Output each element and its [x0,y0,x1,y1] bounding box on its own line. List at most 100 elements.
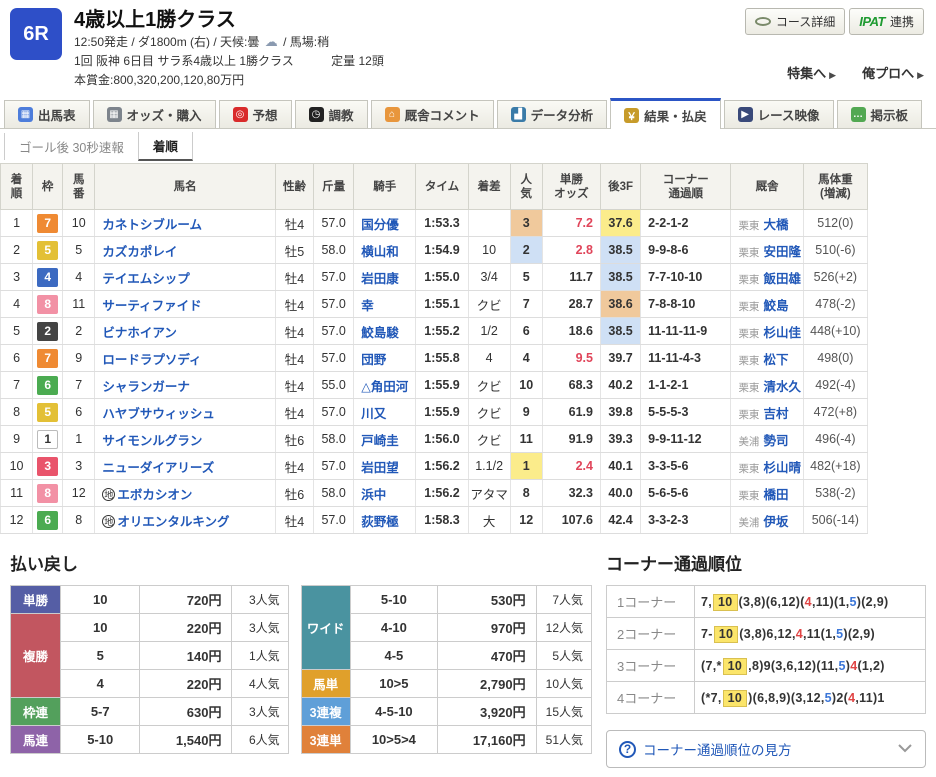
sex-age-cell: 牡4 [274,371,315,399]
regional-horse-mark: 地 [102,487,116,501]
time-cell: 1:55.9 [415,398,469,426]
time-cell: 1:55.9 [415,371,469,399]
waku-badge: 7 [37,348,59,368]
time-cell: 1:54.9 [415,236,469,264]
tab-label: 掲示板 [870,109,909,123]
margin-cell: 1/2 [467,317,511,345]
corner-order-cell: 9-9-11-12 [640,425,732,453]
trainer-link[interactable]: 松下 [763,353,788,367]
jockey-link[interactable]: 国分優 [361,218,399,232]
trainer-link[interactable]: 吉村 [763,407,788,421]
waku-badge: 3 [37,456,59,476]
trainer-link[interactable]: 伊坂 [763,515,788,529]
popularity-cell: 7 [509,290,543,318]
stable-region: 栗東 [738,246,760,259]
trainer-link[interactable]: 大橋 [763,218,788,232]
tab-training-stopwatch[interactable]: ◷ 調教 [294,100,368,128]
tab-stable-comment[interactable]: ⌂ 厩舎コメント [370,100,494,128]
jockey-link[interactable]: 岩田望 [361,461,399,475]
trainer-link[interactable]: 勢司 [763,434,788,448]
race-conditions: 12:50発走 / ダ1800m (右) / 天候:曇 [74,35,260,49]
stable-cell: 美浦 勢司 [730,425,804,453]
jockey-link[interactable]: 岩田康 [361,272,399,286]
waku-badge: 6 [37,375,59,395]
horse-weight-cell: 482(+18) [802,452,869,480]
stable-region: 美浦 [738,516,760,529]
payout-row: 馬連 5-10 1,540円 6人気 [10,725,289,754]
popularity-cell: 3 [509,209,543,237]
course-detail-button[interactable]: コース詳細 [744,8,846,35]
horse-name-link[interactable]: カズカポレイ [102,245,177,259]
horse-name-link[interactable]: カネトシブルーム [102,218,202,232]
waku-badge: 8 [37,294,59,314]
jockey-link[interactable]: 団野 [361,353,386,367]
winner-highlight: 10 [722,657,748,675]
tab-entry-table[interactable]: ▦ 出馬表 [4,100,90,128]
margin-cell: 大 [467,506,511,534]
tab-odds-purchase[interactable]: ▦ オッズ・購入 [92,100,216,128]
tab-prediction-target[interactable]: ◎ 予想 [218,100,292,128]
ipat-link-button[interactable]: IPAT 連携 [849,8,924,35]
jockey-link[interactable]: 幸 [361,299,374,313]
winner-highlight: 10 [713,625,739,643]
race-info: 4歳以上1勝クラス 12:50発走 / ダ1800m (右) / 天候:曇 ☁ … [74,8,384,90]
jockey-link[interactable]: 鮫島駿 [361,326,399,340]
bet-type-label: 複勝 [10,613,61,698]
trainer-link[interactable]: 橋田 [763,488,788,502]
trainer-link[interactable]: 杉山晴 [763,461,801,475]
corner-sequence: 7, 10 (3,8)(6,12)(4,11)(1,5)(2,9) [694,585,926,618]
column-header: 騎手 [353,163,417,210]
table-row: 6 7 9 ロードラプソディ 牡4 57.0 団野 1:55.8 4 4 9.5 39.7 11-11-… [0,344,869,372]
load-cell: 58.0 [313,425,355,453]
horse-name-link[interactable]: サーティファイド [102,299,201,313]
horse-name-link[interactable]: オリエンタルキング [117,515,229,529]
corner-order-cell: 7-8-8-10 [640,290,732,318]
trainer-link[interactable]: 安田隆 [763,245,801,259]
tab-data-analysis[interactable]: ▟ データ分析 [496,100,608,128]
jockey-link[interactable]: △角田河 [361,380,408,394]
trainer-link[interactable]: 杉山佳 [763,326,801,340]
tab-label: レース映像 [757,109,820,123]
load-cell: 57.0 [313,290,355,318]
horse-name-link[interactable]: ニューダイアリーズ [102,461,214,475]
load-cell: 58.0 [313,479,355,507]
trainer-link[interactable]: 飯田雄 [763,272,801,286]
horse-number-cell: 9 [62,344,96,372]
sex-age-cell: 牡4 [274,452,315,480]
subtab-0[interactable]: ゴール後 30秒速報 [4,132,138,160]
jockey-link[interactable]: 川又 [361,407,386,421]
tab-label: 出馬表 [38,109,76,123]
jockey-link[interactable]: 横山和 [361,245,399,259]
horse-name-link[interactable]: シャランガーナ [102,380,190,394]
load-cell: 57.0 [313,317,355,345]
stable-region: 栗東 [738,408,760,421]
load-cell: 55.0 [313,371,355,399]
trainer-link[interactable]: 清水久 [763,380,801,394]
feature-link[interactable]: 特集へ ▶ [787,63,836,82]
jockey-link[interactable]: 浜中 [361,488,386,502]
race-entry-count: 定量 12頭 [331,54,384,68]
tab-race-video[interactable]: ▶ レース映像 [723,100,834,128]
tab-result-payout[interactable]: ￥ 結果・払戻 [610,98,721,129]
horse-name-link[interactable]: ロードラプソディ [102,353,201,367]
waku-cell: 5 [32,398,64,426]
horse-name-link[interactable]: ビナホイアン [102,326,177,340]
trainer-link[interactable]: 鮫島 [763,299,788,313]
corner-help-toggle[interactable]: ? コーナー通過順位の見方 [606,730,926,768]
subtab-1[interactable]: 着順 [137,131,193,161]
orepro-link[interactable]: 俺プロへ ▶ [862,63,924,82]
horse-name-link[interactable]: テイエムシップ [102,272,189,286]
horse-name-link[interactable]: サイモンルグラン [102,434,202,448]
payout-amount: 2,790円 [437,669,537,698]
horse-name-link[interactable]: エボカシオン [117,488,192,502]
jockey-link[interactable]: 荻野極 [361,515,399,529]
margin-cell: クビ [467,425,511,453]
waku-badge: 5 [37,402,59,422]
rank-cell: 1 [0,209,34,237]
payout-amount: 140円 [139,641,233,670]
payout-amount: 1,540円 [139,725,233,754]
jockey-link[interactable]: 戸崎圭 [361,434,399,448]
horse-name-link[interactable]: ハヤブサウィッシュ [102,407,215,421]
tab-bbs-chat[interactable]: … 掲示板 [836,100,923,128]
sex-age-cell: 牡4 [274,290,315,318]
